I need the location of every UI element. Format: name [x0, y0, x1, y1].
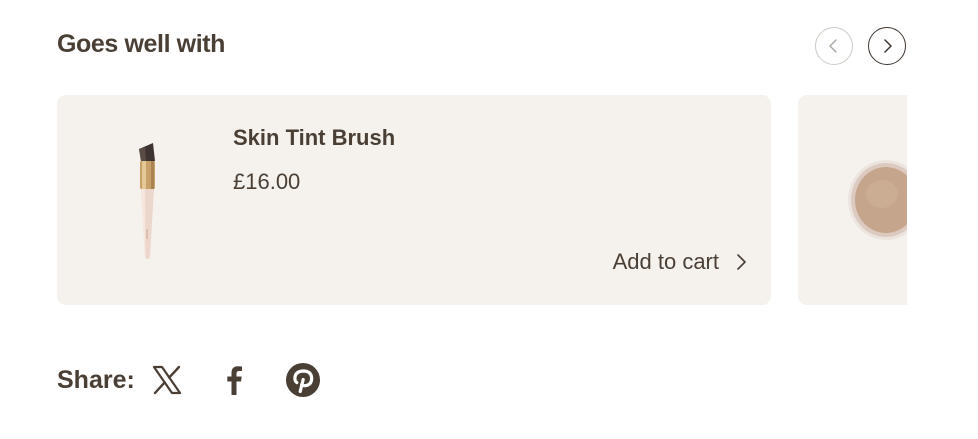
product-price: £16.00: [233, 169, 301, 194]
chevron-right-icon: [737, 254, 746, 270]
share-x-link[interactable]: [149, 362, 185, 398]
share-facebook-link[interactable]: [217, 362, 253, 398]
chevron-right-icon: [884, 39, 892, 53]
product-carousel: Skin Tint Brush £16.00 Add to cart: [57, 95, 907, 305]
share-bar: Share:: [57, 358, 353, 402]
share-pinterest-link[interactable]: [285, 362, 321, 398]
facebook-icon: [227, 366, 242, 395]
makeup-brush-image[interactable]: [117, 135, 177, 265]
chevron-left-icon: [829, 39, 837, 53]
powder-compact-image[interactable]: [844, 158, 907, 242]
carousel-prev-button[interactable]: [815, 27, 853, 65]
product-name[interactable]: Skin Tint Brush: [233, 125, 395, 151]
add-to-cart-button[interactable]: Add to cart: [613, 249, 747, 275]
product-card[interactable]: [798, 95, 907, 305]
section-title: Goes well with: [57, 30, 226, 58]
share-label: Share:: [57, 365, 135, 394]
carousel-next-button[interactable]: [868, 27, 906, 65]
add-to-cart-label: Add to cart: [612, 249, 719, 274]
pinterest-icon: [285, 363, 320, 397]
x-icon: [152, 365, 181, 395]
product-card[interactable]: Skin Tint Brush £16.00 Add to cart: [57, 95, 771, 305]
